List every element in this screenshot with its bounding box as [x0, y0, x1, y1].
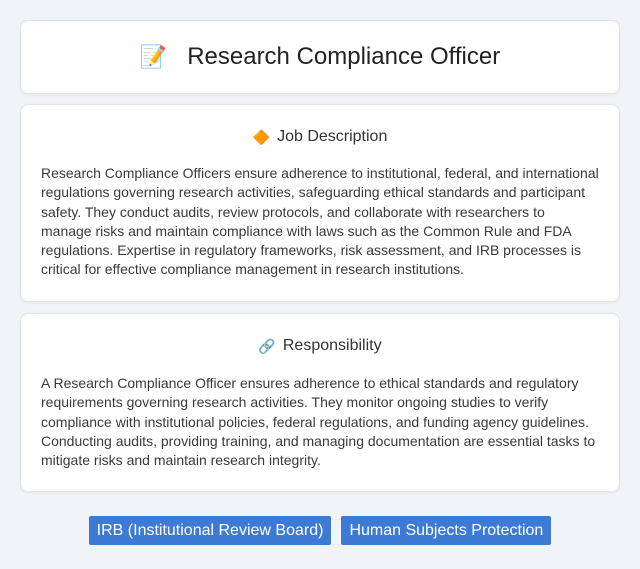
tag-irb[interactable]: IRB (Institutional Review Board): [88, 516, 332, 545]
responsibility-header: 🔗 Responsibility: [41, 336, 599, 356]
link-icon: 🔗: [258, 338, 276, 354]
page-title: Research Compliance Officer: [187, 43, 501, 70]
job-description-heading: Job Description: [277, 128, 388, 145]
title-card: 📝 Research Compliance Officer: [20, 20, 620, 94]
job-description-text: Research Compliance Officers ensure adhe…: [41, 165, 599, 278]
responsibility-heading: Responsibility: [282, 337, 382, 354]
diamond-badge-icon: 🔶: [252, 129, 271, 145]
page: 📝 Research Compliance Officer 🔶 Job Desc…: [0, 0, 640, 569]
job-description-header: 🔶 Job Description: [41, 127, 599, 147]
responsibility-text: A Research Compliance Officer ensures ad…: [41, 375, 596, 469]
tag-list: IRB (Institutional Review Board) Human S…: [0, 516, 640, 545]
memo-pencil-icon: 📝: [139, 44, 168, 69]
responsibility-card: 🔗 Responsibility A Research Compliance O…: [20, 313, 620, 492]
tag-human-subjects-protection[interactable]: Human Subjects Protection: [341, 516, 552, 545]
job-description-card: 🔶 Job Description Research Compliance Of…: [20, 104, 620, 302]
